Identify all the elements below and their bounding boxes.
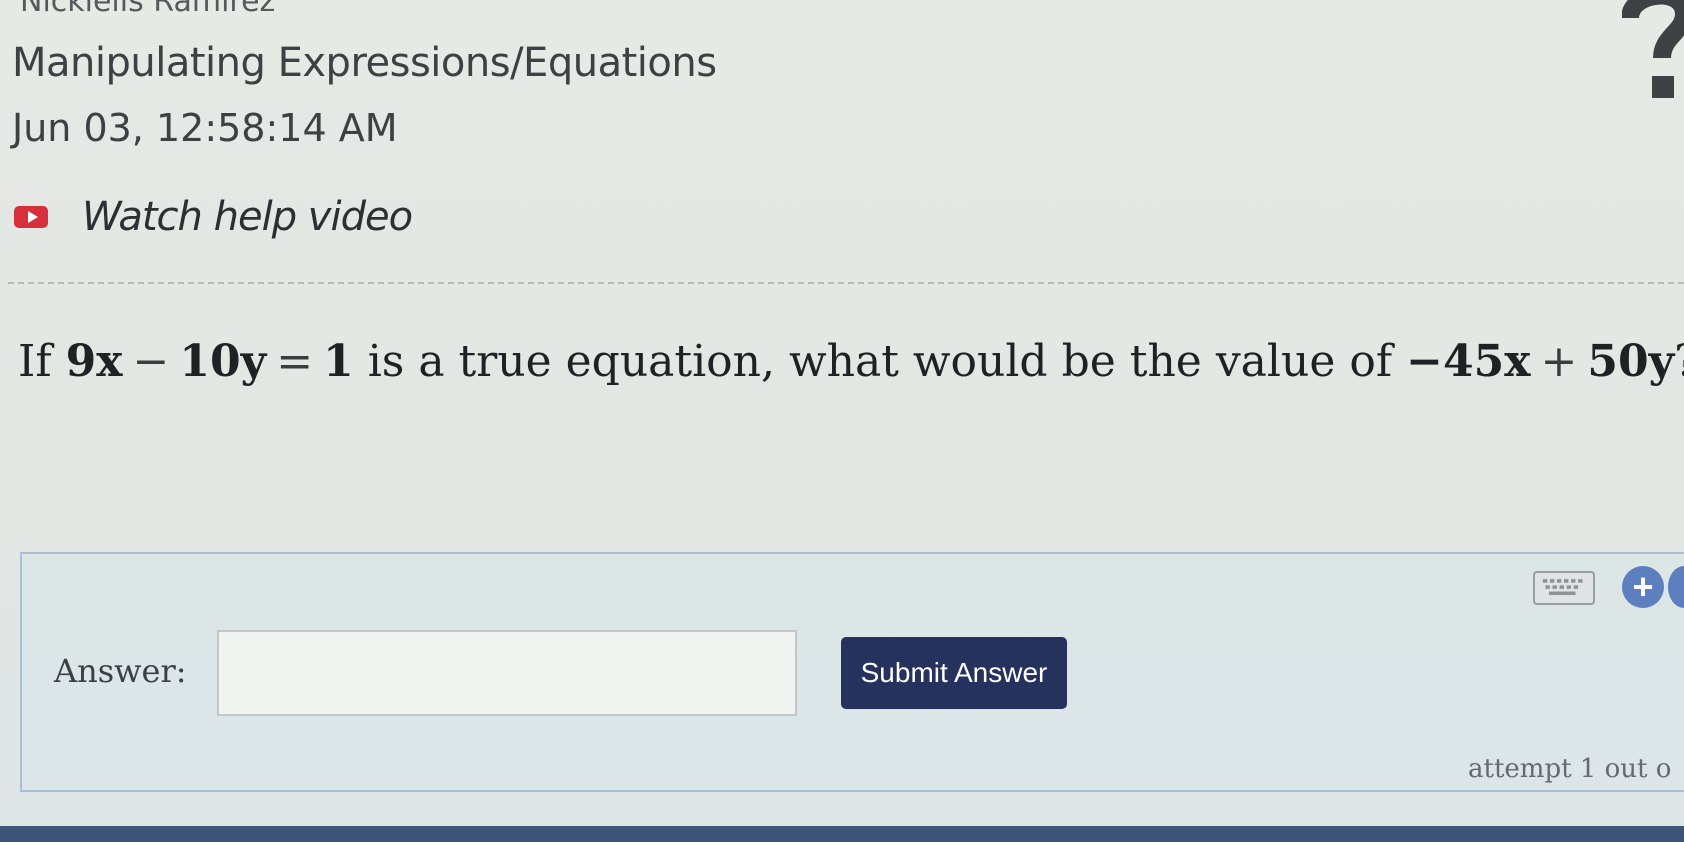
page-title: Manipulating Expressions/Equations [12, 40, 717, 86]
question-prefix: If [18, 336, 52, 387]
student-name: Nickiells Ramirez [20, 0, 276, 19]
equation-term-a: 9x [65, 336, 123, 387]
expression-operator: + [1540, 336, 1578, 387]
expression-term-b: 50y [1587, 336, 1675, 387]
video-play-icon [14, 206, 48, 228]
answer-label: Answer: [54, 652, 187, 690]
equation-term-c: 1 [323, 336, 354, 387]
keyboard-icon[interactable] [1533, 571, 1595, 605]
expression-term-a: −45x [1406, 336, 1531, 387]
submit-answer-button[interactable]: Submit Answer [841, 637, 1067, 709]
section-divider [8, 282, 1684, 284]
add-icon[interactable]: + [1622, 566, 1664, 608]
answer-input[interactable] [217, 630, 797, 716]
video-link-label: Watch help video [82, 194, 413, 240]
question-suffix: ? [1674, 336, 1684, 387]
question-text: If 9x −10y = 1 is a true equation, what wou… [18, 336, 1684, 387]
help-icon[interactable] [1622, 0, 1684, 112]
watch-help-video-link[interactable]: Watch help video [14, 194, 413, 240]
equation-term-b: 10y [179, 336, 267, 387]
equation-operator-2: = [276, 336, 314, 387]
equation-operator-1: − [132, 336, 170, 387]
bottom-bar [0, 826, 1684, 842]
question-middle: is a true equation, what would be the va… [367, 336, 1393, 387]
timestamp: Jun 03, 12:58:14 AM [12, 106, 398, 150]
attempt-counter: attempt 1 out o [1468, 754, 1672, 784]
